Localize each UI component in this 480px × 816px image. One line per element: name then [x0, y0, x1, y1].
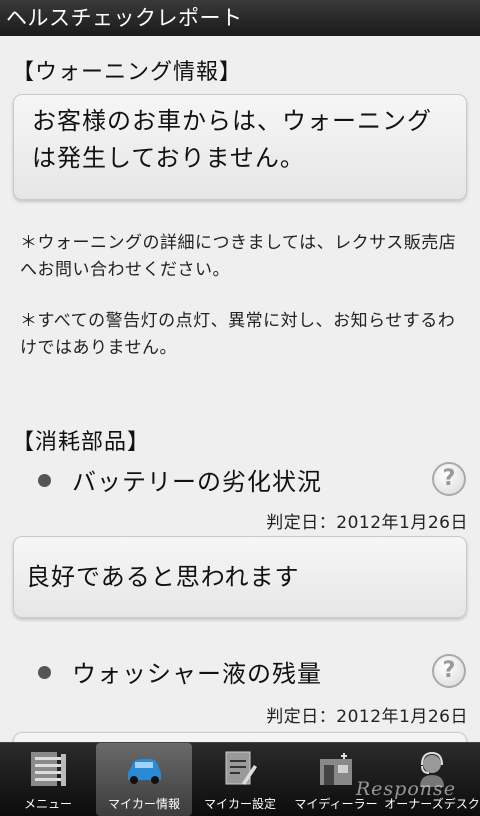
report-content[interactable]: 【ウォーニング情報】 お客様のお車からは、ウォーニングは発生しておりません。 ＊…: [0, 36, 480, 742]
tab-mycar-info[interactable]: マイカー情報: [96, 743, 192, 816]
menu-icon: [31, 752, 66, 786]
warning-section-title: 【ウォーニング情報】: [12, 60, 243, 85]
tab-mycar-info-label: マイカー情報: [107, 797, 180, 811]
battery-result-box: 良好であると思われます: [13, 536, 467, 618]
help-icon[interactable]: ?: [432, 462, 466, 496]
tab-mycar-settings[interactable]: マイカー設定: [192, 743, 288, 816]
tab-mycar-settings-label: マイカー設定: [203, 797, 276, 811]
tab-menu-label: メニュー: [23, 797, 72, 811]
response-watermark: Response: [355, 778, 456, 800]
car-icon: [128, 759, 161, 784]
warning-note-dealer: ＊ウォーニングの詳細につきましては、レクサス販売店へお問い合わせください。: [20, 233, 457, 280]
bullet-icon: [38, 474, 51, 487]
washer-result-box: [13, 732, 467, 742]
consumable-item-washer[interactable]: ウォッシャー液の残量 ?: [0, 652, 480, 692]
consumables-section-title: 【消耗部品】: [12, 430, 151, 455]
warning-message: お客様のお車からは、ウォーニングは発生しておりません。: [32, 107, 432, 172]
battery-judgement-date: 判定日：2012年1月26日: [266, 513, 468, 533]
page-title: ヘルスチェックレポート: [6, 6, 243, 30]
dealer-icon: [320, 753, 352, 785]
consumable-item-battery[interactable]: バッテリーの劣化状況 ?: [0, 460, 480, 500]
battery-result: 良好であると思われます: [26, 563, 300, 591]
settings-document-icon: [225, 751, 257, 785]
warning-message-box: お客様のお車からは、ウォーニングは発生しておりません。: [13, 94, 467, 200]
washer-label: ウォッシャー液の残量: [72, 660, 322, 688]
help-icon[interactable]: ?: [432, 654, 466, 688]
warning-note-lamps: ＊すべての警告灯の点灯、異常に対し、お知らせするわけではありません。: [20, 311, 456, 358]
bullet-icon: [38, 666, 51, 679]
app-title-bar: ヘルスチェックレポート: [0, 0, 480, 36]
tab-menu[interactable]: メニュー: [0, 743, 96, 816]
battery-label: バッテリーの劣化状況: [72, 468, 322, 496]
washer-judgement-date: 判定日：2012年1月26日: [266, 707, 468, 727]
